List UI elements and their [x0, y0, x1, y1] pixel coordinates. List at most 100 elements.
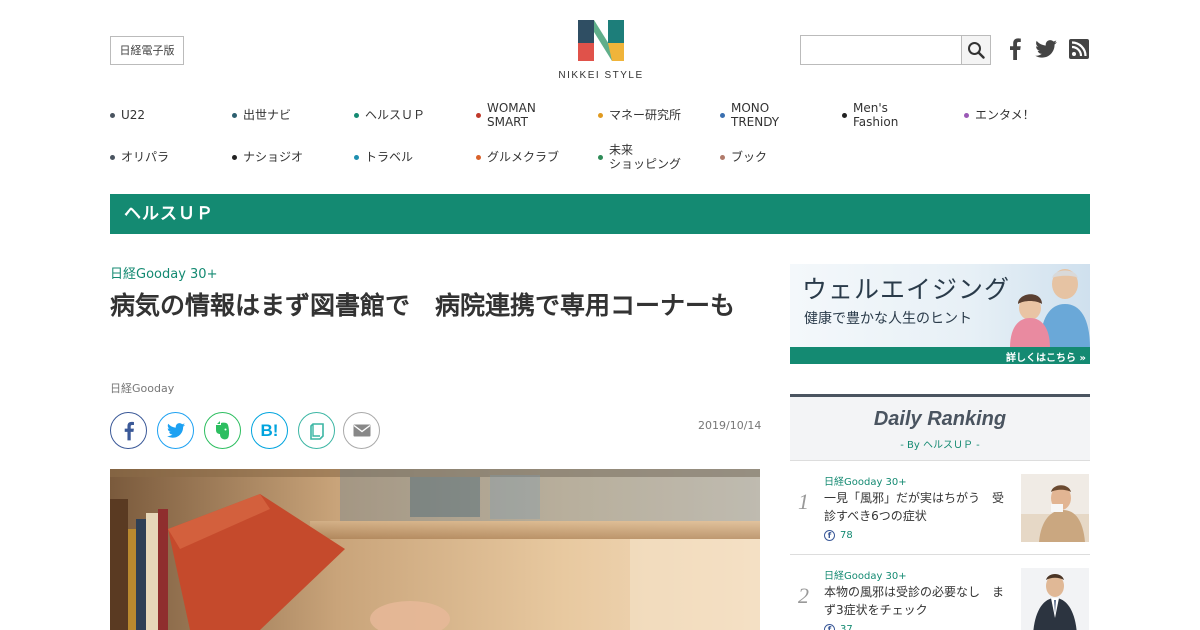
share-count-value: 37 — [840, 624, 853, 630]
category-label: 未来 ショッピング — [609, 143, 682, 171]
category-label: ヘルスＵＰ — [365, 108, 426, 122]
category-dot-icon — [354, 112, 359, 118]
library-bookshelf-image — [110, 469, 760, 630]
category-link[interactable]: エンタメ！ — [964, 99, 1084, 131]
category-link[interactable]: 出世ナビ — [232, 99, 352, 131]
senior-couple-photo — [1010, 269, 1090, 348]
ranking-series: 日経Gooday 30+ — [824, 571, 907, 582]
article-source: 日経Gooday — [110, 382, 175, 395]
search-icon — [968, 42, 985, 59]
category-link[interactable]: MONO TRENDY — [720, 99, 840, 131]
category-dot-icon — [110, 112, 115, 118]
ranking-headline[interactable]: 一見「風邪」だが実はちがう 受診すべき6つの症状 — [824, 489, 1008, 525]
category-dot-icon — [842, 112, 847, 118]
article-date: 2019/10/14 — [698, 419, 762, 432]
pocket-icon — [309, 422, 324, 440]
category-dot-icon — [964, 112, 969, 118]
category-dot-icon — [354, 154, 359, 160]
category-label: エンタメ！ — [975, 108, 1035, 122]
category-link[interactable]: WOMAN SMART — [476, 99, 596, 131]
ranking-number: 1 — [798, 489, 809, 514]
twitter-icon — [166, 423, 185, 438]
category-link[interactable]: オリパラ — [110, 141, 230, 173]
evernote-icon — [215, 420, 229, 439]
search-button[interactable] — [961, 35, 991, 65]
category-label: Men's Fashion — [853, 101, 899, 129]
share-mail-button[interactable] — [343, 412, 380, 449]
rss-icon — [1069, 39, 1089, 59]
ad-more-link[interactable]: 詳しくはこちら » — [1006, 349, 1086, 364]
ranking-title: Daily Ranking — [873, 408, 1007, 430]
search-input[interactable] — [800, 35, 963, 65]
category-dot-icon — [232, 154, 237, 160]
ranking-headline[interactable]: 本物の風邪は受診の必要なし まず3症状をチェック — [824, 583, 1008, 619]
facebook-icon: f — [824, 624, 835, 630]
category-label: WOMAN SMART — [487, 101, 536, 129]
category-link[interactable]: 未来 ショッピング — [598, 141, 718, 173]
category-link[interactable]: Men's Fashion — [842, 99, 962, 131]
ranking-series: 日経Gooday 30+ — [824, 477, 907, 488]
facebook-icon: f — [824, 530, 835, 541]
hatena-icon: B! — [260, 420, 279, 440]
ranking-header: Daily Ranking - By ヘルスＵＰ - — [790, 397, 1090, 461]
category-label: トラベル — [365, 150, 414, 164]
category-label: 出世ナビ — [243, 108, 292, 122]
share-evernote-button[interactable] — [204, 412, 241, 449]
category-dot-icon — [110, 154, 115, 160]
article-series-label[interactable]: 日経Gooday 30+ — [110, 263, 217, 282]
ad-title: ウェルエイジング — [802, 275, 1011, 304]
article-hero-image — [110, 469, 760, 630]
ranking-share-count: f 37 — [824, 624, 853, 630]
category-label: ナショジオ — [243, 150, 304, 164]
facebook-icon — [124, 421, 134, 440]
share-pocket-button[interactable] — [298, 412, 335, 449]
businessman-photo — [1021, 568, 1089, 630]
ranking-by-label[interactable]: - By ヘルスＵＰ - — [790, 436, 1090, 451]
category-link[interactable]: トラベル — [354, 141, 474, 173]
logo-text: NIKKEI STYLE — [558, 70, 644, 81]
category-link[interactable]: グルメクラブ — [476, 141, 596, 173]
page: 日経電子版 NIKKEI STYLE U22 出世ナビ ヘルスＵＰ WOMAN … — [0, 0, 1200, 630]
category-dot-icon — [720, 154, 725, 160]
ranking-thumbnail[interactable] — [1021, 568, 1089, 630]
ranking-thumbnail[interactable] — [1021, 474, 1089, 542]
category-label: グルメクラブ — [487, 150, 560, 164]
category-label: オリパラ — [121, 150, 170, 164]
share-twitter-button[interactable] — [157, 412, 194, 449]
category-label: MONO TRENDY — [731, 101, 780, 129]
category-link[interactable]: ナショジオ — [232, 141, 352, 173]
daily-ranking: Daily Ranking - By ヘルスＵＰ - 1 日経Gooday 30… — [790, 394, 1090, 630]
twitter-link[interactable] — [1035, 38, 1057, 60]
category-dot-icon — [720, 112, 725, 118]
category-link[interactable]: マネー研究所 — [598, 99, 718, 131]
nikkei-style-logo[interactable]: NIKKEI STYLE — [556, 19, 646, 83]
wellaging-banner-ad[interactable]: ウェルエイジング 健康で豊かな人生のヒント 詳しくはこちら » — [790, 264, 1090, 364]
facebook-link[interactable] — [1004, 38, 1026, 60]
ad-bottom-bar: 詳しくはこちら » — [790, 347, 1090, 364]
ranking-share-count: f 78 — [824, 530, 853, 541]
category-label: ブック — [731, 150, 768, 164]
facebook-icon — [1010, 38, 1021, 60]
article-title: 病気の情報はまず図書館で 病院連携で専用コーナーも — [110, 291, 736, 320]
section-title-bar[interactable]: ヘルスＵＰ — [110, 194, 1090, 234]
category-link[interactable]: ヘルスＵＰ — [354, 99, 474, 131]
twitter-icon — [1035, 40, 1057, 58]
share-hatena-button[interactable]: B! — [251, 412, 288, 449]
category-link[interactable]: U22 — [110, 99, 230, 131]
nikkei-digital-edition-button[interactable]: 日経電子版 — [110, 36, 184, 65]
share-facebook-button[interactable] — [110, 412, 147, 449]
ranking-item[interactable]: 2 日経Gooday 30+ 本物の風邪は受診の必要なし まず3症状をチェック … — [790, 555, 1090, 630]
sick-man-photo — [1021, 474, 1089, 542]
rss-link[interactable] — [1068, 38, 1090, 60]
category-dot-icon — [598, 154, 603, 160]
category-dot-icon — [598, 112, 603, 118]
ad-subtitle: 健康で豊かな人生のヒント — [804, 311, 972, 327]
logo-mark-icon — [578, 20, 624, 61]
category-label: マネー研究所 — [609, 108, 682, 122]
category-dot-icon — [476, 154, 481, 160]
category-dot-icon — [476, 112, 481, 118]
ranking-number: 2 — [798, 583, 809, 608]
ranking-item[interactable]: 1 日経Gooday 30+ 一見「風邪」だが実はちがう 受診すべき6つの症状 … — [790, 461, 1090, 555]
share-count-value: 78 — [840, 530, 853, 541]
category-link[interactable]: ブック — [720, 141, 840, 173]
